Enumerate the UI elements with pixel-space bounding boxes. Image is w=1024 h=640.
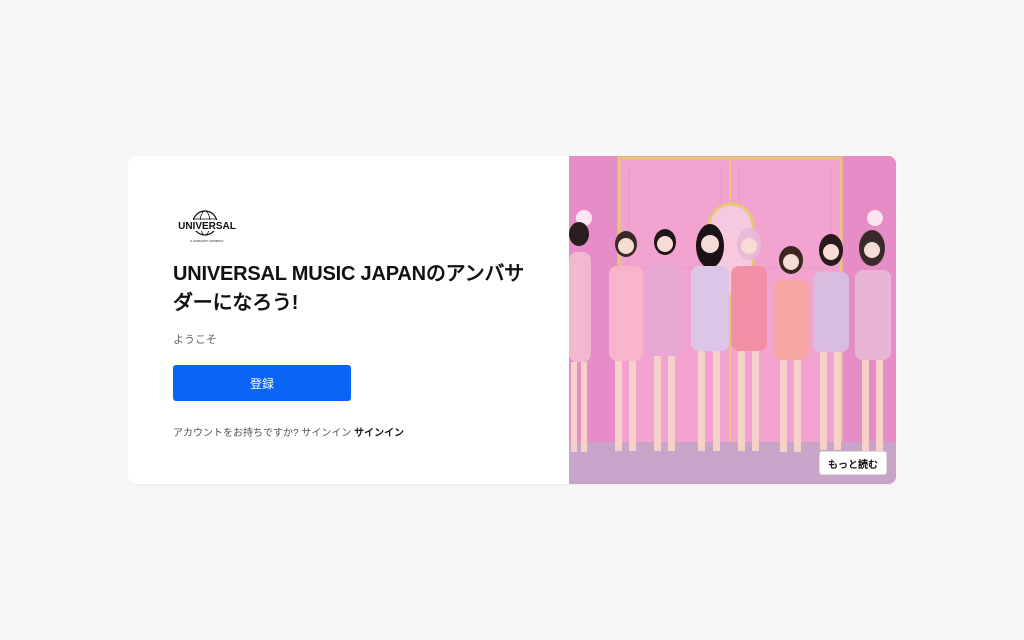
welcome-text: ようこそ [173,334,217,346]
register-button[interactable]: 登録 [173,365,351,401]
signin-row: アカウントをお持ちですか? サインイン サインイン [173,424,404,439]
group-photo [569,156,896,484]
signup-panel: UNIVERSAL A COMCAST COMPANY UNIVERSAL MU… [128,156,569,484]
universal-logo: UNIVERSAL A COMCAST COMPANY [172,209,242,249]
page-title: UNIVERSAL MUSIC JAPANのアンバサダーになろう! [173,263,525,314]
read-more-button[interactable]: もっと読む [819,451,887,475]
hero-image: もっと読む [569,156,896,484]
logo-wordmark: UNIVERSAL [178,221,236,232]
logo-tagline: A COMCAST COMPANY [190,239,223,243]
signin-link[interactable]: サインイン [354,428,404,439]
signin-prompt: アカウントをお持ちですか? サインイン [173,428,352,439]
signup-card: UNIVERSAL A COMCAST COMPANY UNIVERSAL MU… [128,156,896,484]
